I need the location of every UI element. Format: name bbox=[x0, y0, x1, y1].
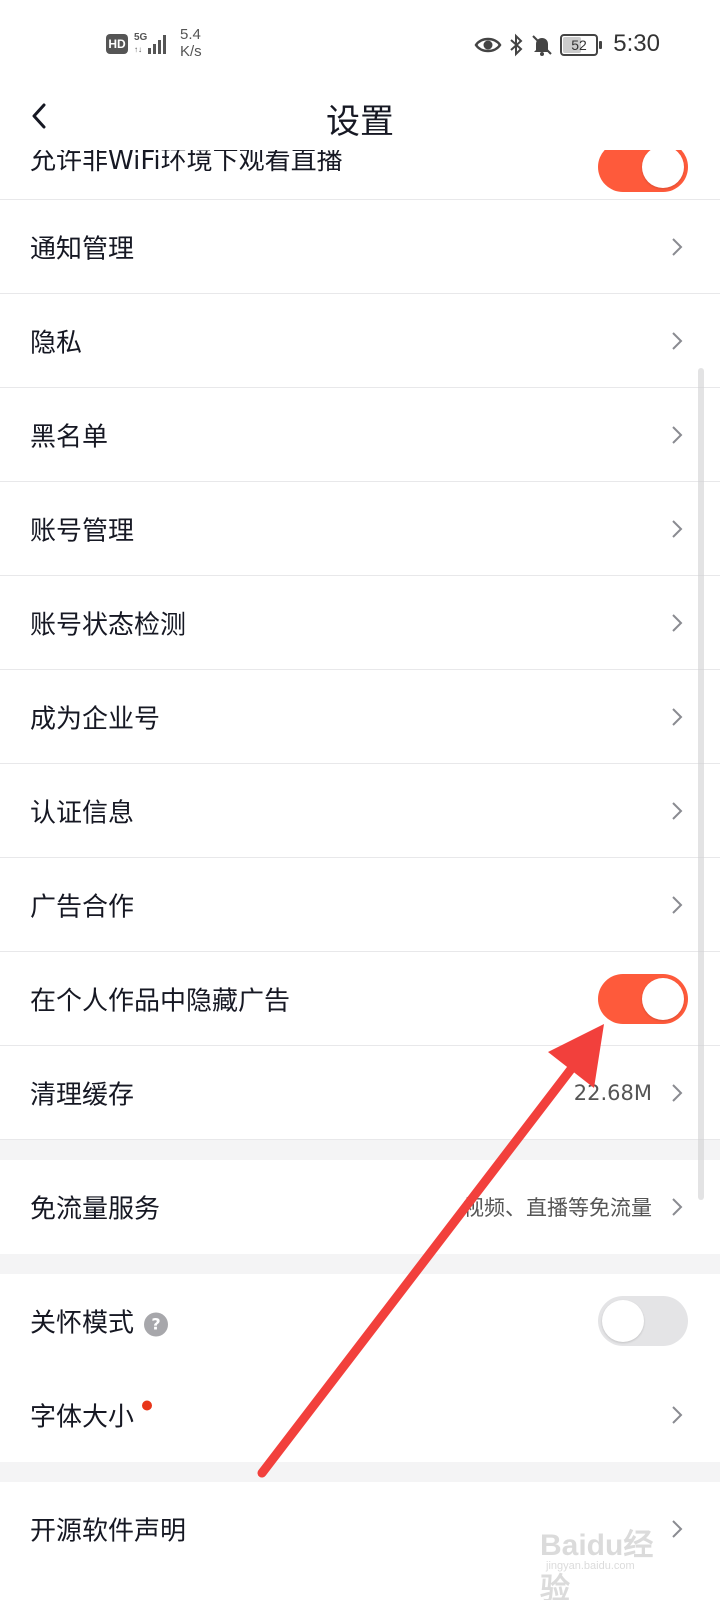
chevron-right-icon bbox=[672, 1198, 683, 1216]
settings-row-label: 关怀模式? bbox=[30, 1303, 169, 1340]
settings-list: 允许非WiFi环境下观看直播 通知管理 隐私 黑名单 账号管理 账号状态检测 成… bbox=[0, 150, 720, 1576]
speed-value: 5.4 bbox=[180, 26, 201, 43]
section-gap bbox=[0, 1462, 720, 1482]
eye-comfort-icon bbox=[474, 37, 502, 53]
chevron-right-icon bbox=[672, 895, 683, 914]
settings-row-ad-cooperation[interactable]: 广告合作 bbox=[0, 858, 720, 952]
settings-row-account-status[interactable]: 账号状态检测 bbox=[0, 576, 720, 670]
signal-5g-icon: 5G ↑↓ bbox=[134, 32, 166, 54]
network-type-label: 5G bbox=[134, 32, 148, 43]
font-size-label: 字体大小 bbox=[30, 1402, 135, 1433]
svg-text:↑↓: ↑↓ bbox=[134, 45, 142, 54]
network-speed: 5.4 K/s bbox=[180, 26, 220, 60]
section-gap bbox=[0, 1140, 720, 1160]
bluetooth-icon bbox=[510, 33, 523, 57]
battery-icon: 52 bbox=[560, 34, 602, 56]
chevron-right-icon bbox=[672, 1406, 683, 1424]
free-data-description: 视频、直播等免流量 bbox=[463, 1196, 652, 1220]
new-badge-dot bbox=[142, 1400, 153, 1411]
chevron-right-icon bbox=[672, 519, 683, 538]
settings-row-privacy[interactable]: 隐私 bbox=[0, 294, 720, 388]
nav-header: 设置 bbox=[0, 88, 720, 150]
status-icons: 52 bbox=[474, 30, 602, 60]
settings-row-label: 账号管理 bbox=[30, 516, 135, 546]
chevron-right-icon bbox=[672, 331, 683, 350]
chevron-right-icon bbox=[672, 1083, 683, 1102]
settings-row-label: 账号状态检测 bbox=[30, 610, 187, 640]
settings-row-account[interactable]: 账号管理 bbox=[0, 482, 720, 576]
help-icon[interactable]: ? bbox=[144, 1312, 169, 1336]
settings-row-label: 隐私 bbox=[30, 328, 83, 358]
wifi-live-toggle[interactable] bbox=[598, 150, 688, 192]
section-gap bbox=[0, 1254, 720, 1274]
settings-row-wifi-live[interactable]: 允许非WiFi环境下观看直播 bbox=[0, 150, 720, 200]
settings-row-clear-cache[interactable]: 清理缓存 22.68M bbox=[0, 1046, 720, 1140]
settings-row-care-mode: 关怀模式? bbox=[0, 1274, 720, 1368]
settings-row-label: 开源软件声明 bbox=[30, 1516, 187, 1547]
chevron-right-icon bbox=[672, 613, 683, 632]
chevron-right-icon bbox=[672, 425, 683, 444]
hide-ads-toggle[interactable] bbox=[598, 973, 688, 1024]
battery-level: 52 bbox=[571, 37, 587, 53]
speed-unit: K/s bbox=[180, 43, 202, 60]
settings-row-label: 黑名单 bbox=[30, 422, 109, 452]
care-mode-label: 关怀模式 bbox=[30, 1308, 135, 1339]
status-bar: HD 5G ↑↓ 5.4 K/s 52 5:30 bbox=[0, 0, 720, 88]
care-mode-toggle[interactable] bbox=[598, 1296, 688, 1346]
chevron-right-icon bbox=[672, 237, 683, 256]
settings-row-label: 成为企业号 bbox=[30, 704, 161, 734]
settings-row-label: 认证信息 bbox=[30, 798, 135, 828]
settings-row-label: 允许非WiFi环境下观看直播 bbox=[30, 150, 343, 176]
page-title: 设置 bbox=[326, 102, 394, 142]
mute-icon bbox=[532, 35, 552, 56]
settings-row-font-size[interactable]: 字体大小 bbox=[0, 1368, 720, 1462]
settings-row-label: 字体大小 bbox=[30, 1397, 153, 1434]
settings-row-label: 免流量服务 bbox=[30, 1194, 161, 1225]
clock: 5:30 bbox=[613, 30, 660, 57]
watermark-sub: jingyan.baidu.com bbox=[546, 1560, 635, 1572]
scrollbar[interactable] bbox=[698, 368, 704, 1200]
baidu-watermark: Baidu经验 jingyan.baidu.com bbox=[540, 1518, 680, 1600]
settings-row-free-data[interactable]: 免流量服务 视频、直播等免流量 bbox=[0, 1160, 720, 1254]
settings-row-label: 在个人作品中隐藏广告 bbox=[30, 986, 291, 1016]
settings-row-label: 通知管理 bbox=[30, 234, 135, 264]
settings-row-hide-ads: 在个人作品中隐藏广告 bbox=[0, 952, 720, 1046]
settings-row-blacklist[interactable]: 黑名单 bbox=[0, 388, 720, 482]
settings-row-verification[interactable]: 认证信息 bbox=[0, 764, 720, 858]
settings-row-label: 广告合作 bbox=[30, 892, 135, 922]
chevron-right-icon bbox=[672, 801, 683, 820]
settings-row-notification[interactable]: 通知管理 bbox=[0, 200, 720, 294]
chevron-right-icon bbox=[672, 707, 683, 726]
settings-row-enterprise[interactable]: 成为企业号 bbox=[0, 670, 720, 764]
cache-size: 22.68M bbox=[573, 1080, 652, 1105]
settings-row-label: 清理缓存 bbox=[30, 1080, 135, 1110]
hd-icon: HD bbox=[106, 34, 128, 54]
